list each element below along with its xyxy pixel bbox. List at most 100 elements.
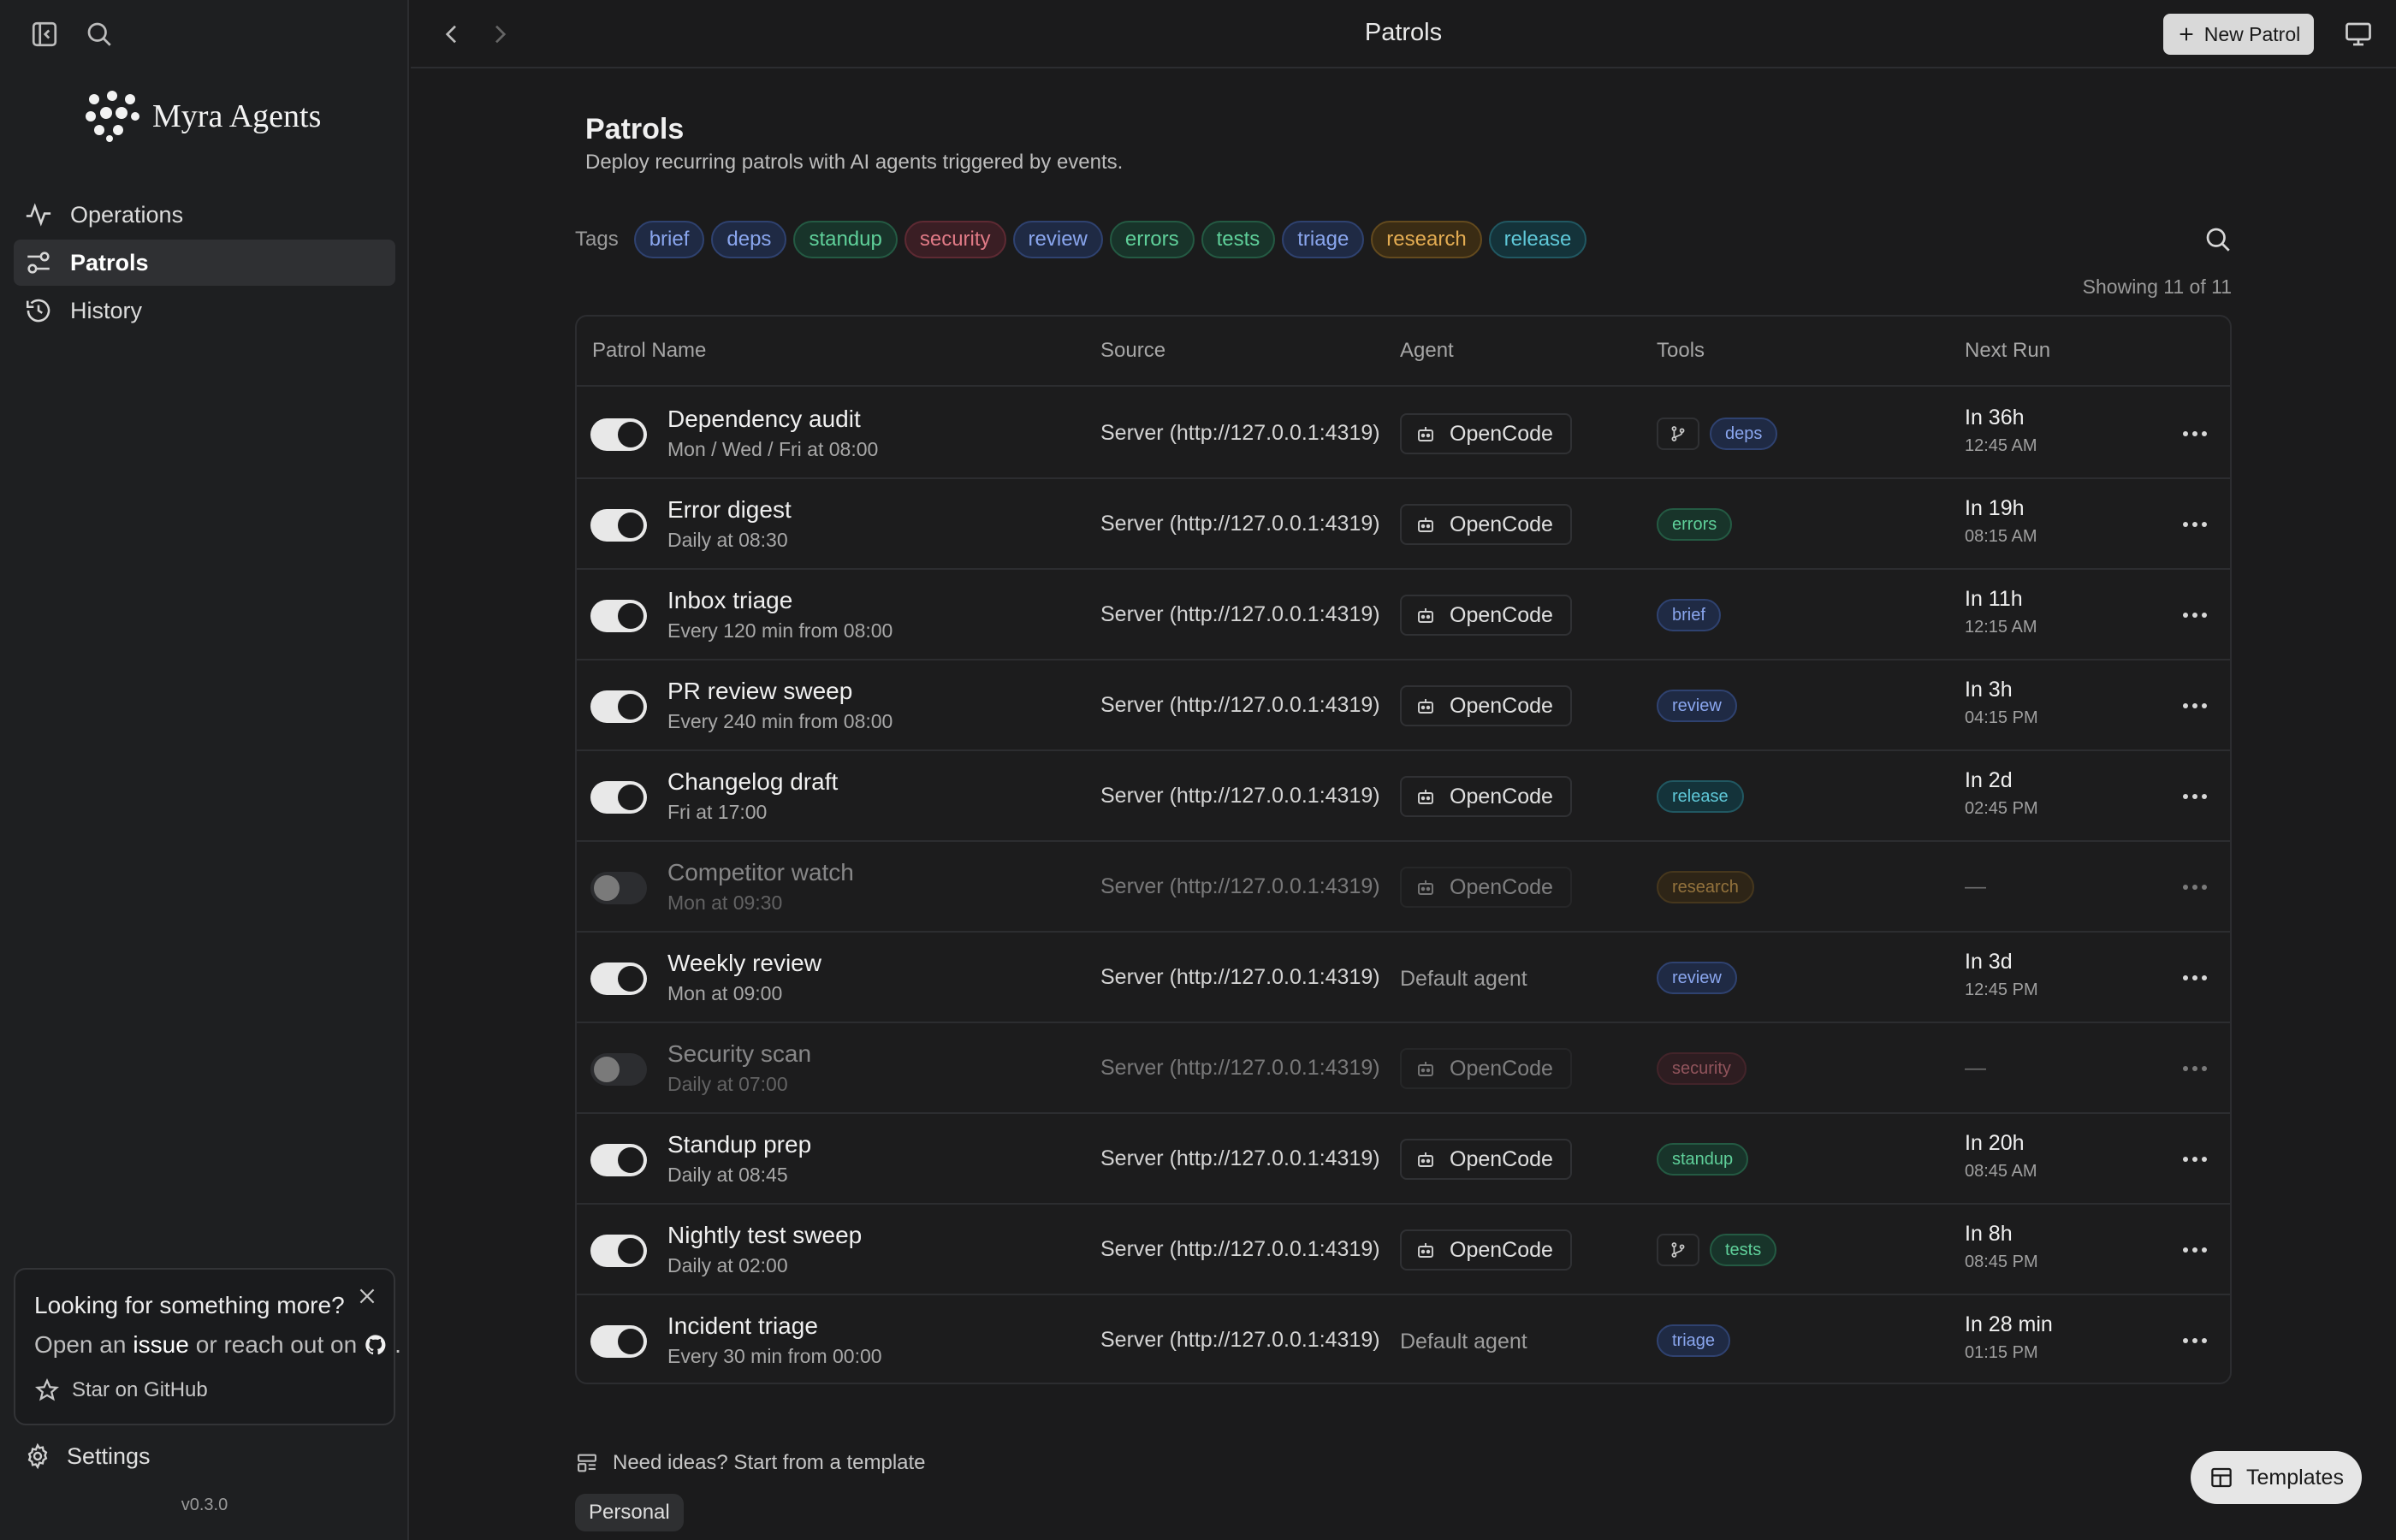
tag-chip-triage[interactable]: triage <box>1282 221 1365 258</box>
tag-chip-brief[interactable]: brief <box>633 221 705 258</box>
tag-chip-research[interactable]: research <box>1371 221 1482 258</box>
table-row[interactable]: Changelog draft Fri at 17:00 Server (htt… <box>577 751 2230 842</box>
column-header-next-run[interactable]: Next Run <box>1965 339 2050 363</box>
more-options-icon[interactable] <box>2180 784 2209 809</box>
patrol-enabled-toggle[interactable] <box>590 1325 647 1358</box>
patrol-name[interactable]: PR review sweep <box>667 678 852 705</box>
agent-button[interactable]: OpenCode <box>1400 867 1572 908</box>
sidebar-item-patrols[interactable]: Patrols <box>14 240 395 286</box>
patrol-enabled-toggle[interactable] <box>590 418 647 451</box>
patrol-tag[interactable]: standup <box>1657 1143 1749 1176</box>
patrol-enabled-toggle[interactable] <box>590 1053 647 1086</box>
table-row[interactable]: Nightly test sweep Daily at 02:00 Server… <box>577 1205 2230 1295</box>
patrol-tag[interactable]: deps <box>1710 418 1778 450</box>
agent-button[interactable]: OpenCode <box>1400 1139 1572 1180</box>
settings-button[interactable]: Settings <box>24 1442 151 1470</box>
patrol-tag[interactable]: tests <box>1710 1234 1777 1266</box>
patrol-enabled-toggle[interactable] <box>590 1235 647 1267</box>
patrol-name[interactable]: Changelog draft <box>667 768 838 796</box>
more-options-icon[interactable] <box>2180 965 2209 991</box>
column-header-source[interactable]: Source <box>1100 339 1165 363</box>
patrol-tag[interactable]: brief <box>1657 599 1721 631</box>
patrol-tag[interactable]: research <box>1657 871 1754 903</box>
sidebar-item-history[interactable]: History <box>14 287 395 334</box>
toggle-knob <box>618 512 643 538</box>
patrol-enabled-toggle[interactable] <box>590 1144 647 1176</box>
github-icon[interactable] <box>364 1333 388 1357</box>
git-branch-icon[interactable] <box>1657 1234 1699 1266</box>
more-options-icon[interactable] <box>2180 602 2209 628</box>
agent-button[interactable]: OpenCode <box>1400 504 1572 545</box>
patrol-enabled-toggle[interactable] <box>590 600 647 632</box>
star-on-github-link[interactable]: Star on GitHub <box>34 1377 208 1403</box>
more-options-icon[interactable] <box>2180 512 2209 537</box>
column-header-agent[interactable]: Agent <box>1400 339 1454 363</box>
table-row[interactable]: PR review sweep Every 240 min from 08:00… <box>577 660 2230 751</box>
next-run-time: 08:45 PM <box>1965 1253 2038 1271</box>
table-row[interactable]: Dependency audit Mon / Wed / Fri at 08:0… <box>577 388 2230 479</box>
tag-chip-errors[interactable]: errors <box>1109 221 1195 258</box>
agent-button[interactable]: OpenCode <box>1400 1048 1572 1089</box>
tag-chip-review[interactable]: review <box>1012 221 1103 258</box>
patrol-tag[interactable]: review <box>1657 690 1737 722</box>
more-options-icon[interactable] <box>2180 874 2209 900</box>
patrol-name[interactable]: Incident triage <box>667 1312 818 1340</box>
patrol-name[interactable]: Security scan <box>667 1040 811 1068</box>
agent-button[interactable]: OpenCode <box>1400 1229 1572 1270</box>
table-row[interactable]: Incident triage Every 30 min from 00:00 … <box>577 1295 2230 1386</box>
tag-chip-deps[interactable]: deps <box>711 221 787 258</box>
tag-chip-release[interactable]: release <box>1488 221 1587 258</box>
tag-chip-standup[interactable]: standup <box>793 221 898 258</box>
patrol-name[interactable]: Inbox triage <box>667 587 792 614</box>
agent-button[interactable]: OpenCode <box>1400 595 1572 636</box>
search-icon[interactable] <box>2203 224 2233 255</box>
column-header-tools[interactable]: Tools <box>1657 339 1705 363</box>
agent-button[interactable]: OpenCode <box>1400 685 1572 726</box>
agent-button[interactable]: OpenCode <box>1400 413 1572 454</box>
patrol-enabled-toggle[interactable] <box>590 509 647 542</box>
patrol-name[interactable]: Nightly test sweep <box>667 1222 862 1249</box>
table-row[interactable]: Inbox triage Every 120 min from 08:00 Se… <box>577 570 2230 660</box>
table-row[interactable]: Weekly review Mon at 09:00 Server (http:… <box>577 933 2230 1023</box>
column-header-name[interactable]: Patrol Name <box>592 339 706 363</box>
table-row[interactable]: Competitor watch Mon at 09:30 Server (ht… <box>577 842 2230 933</box>
patrol-enabled-toggle[interactable] <box>590 962 647 995</box>
git-branch-icon[interactable] <box>1657 418 1699 450</box>
more-options-icon[interactable] <box>2180 1056 2209 1081</box>
table-row[interactable]: Security scan Daily at 07:00 Server (htt… <box>577 1023 2230 1114</box>
new-patrol-button[interactable]: New Patrol <box>2163 14 2314 55</box>
patrol-tag[interactable]: errors <box>1657 508 1733 541</box>
patrol-tools: release <box>1657 780 1744 813</box>
tag-chip-tests[interactable]: tests <box>1201 221 1276 258</box>
agent-button[interactable]: OpenCode <box>1400 776 1572 817</box>
more-options-icon[interactable] <box>2180 1237 2209 1263</box>
monitor-icon[interactable] <box>2343 19 2374 50</box>
robot-icon <box>1415 786 1436 807</box>
patrol-tag[interactable]: release <box>1657 780 1744 813</box>
patrol-enabled-toggle[interactable] <box>590 781 647 814</box>
sidebar-collapse-icon[interactable] <box>29 19 60 50</box>
patrol-tag[interactable]: triage <box>1657 1324 1731 1357</box>
patrol-tag[interactable]: security <box>1657 1052 1747 1085</box>
patrol-enabled-toggle[interactable] <box>590 690 647 723</box>
patrol-name[interactable]: Weekly review <box>667 950 821 977</box>
more-options-icon[interactable] <box>2180 1146 2209 1172</box>
close-icon[interactable] <box>356 1285 378 1307</box>
patrol-name[interactable]: Competitor watch <box>667 859 854 886</box>
more-options-icon[interactable] <box>2180 421 2209 447</box>
patrol-name[interactable]: Standup prep <box>667 1131 811 1158</box>
tag-chip-security[interactable]: security <box>904 221 1006 258</box>
more-options-icon[interactable] <box>2180 1328 2209 1353</box>
patrol-name[interactable]: Error digest <box>667 496 792 524</box>
patrol-enabled-toggle[interactable] <box>590 872 647 904</box>
search-icon[interactable] <box>84 19 115 50</box>
more-options-icon[interactable] <box>2180 693 2209 719</box>
table-row[interactable]: Error digest Daily at 08:30 Server (http… <box>577 479 2230 570</box>
table-row[interactable]: Standup prep Daily at 08:45 Server (http… <box>577 1114 2230 1205</box>
patrol-tag[interactable]: review <box>1657 962 1737 994</box>
sidebar-item-operations[interactable]: Operations <box>14 192 395 238</box>
issue-link[interactable]: issue <box>133 1331 188 1359</box>
personal-filter-chip[interactable]: Personal <box>575 1494 684 1531</box>
patrol-name[interactable]: Dependency audit <box>667 406 861 433</box>
templates-button[interactable]: Templates <box>2191 1451 2362 1504</box>
